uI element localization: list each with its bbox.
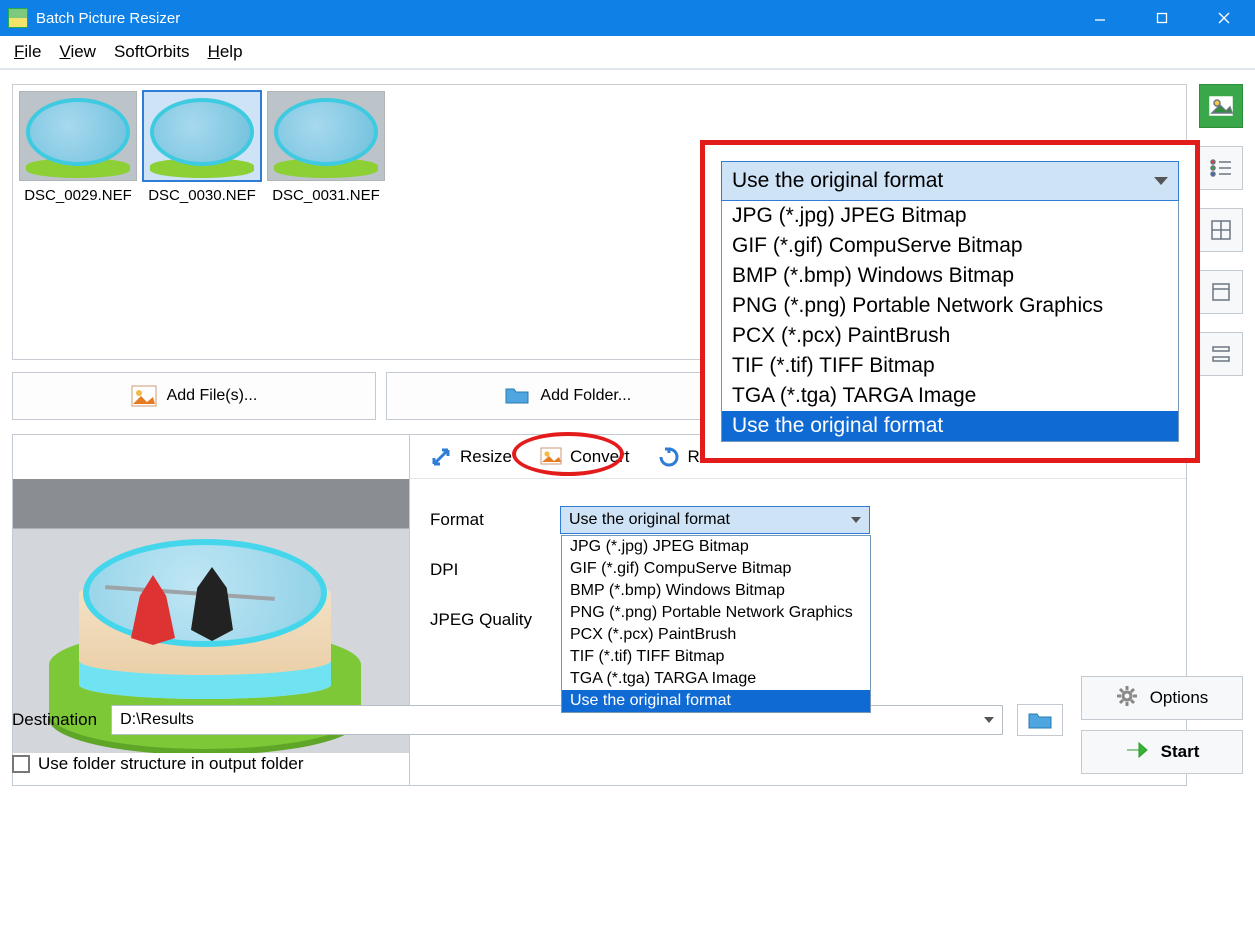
thumbnail-label: DSC_0029.NEF (19, 187, 137, 204)
menu-view[interactable]: View (59, 42, 96, 62)
app-title: Batch Picture Resizer (36, 10, 180, 27)
format-option[interactable]: Use the original format (562, 690, 870, 712)
format-option[interactable]: TIF (*.tif) TIFF Bitmap (562, 646, 870, 668)
jpeg-quality-label: JPEG Quality (430, 610, 540, 630)
menu-softorbits[interactable]: SoftOrbits (114, 42, 190, 62)
arrow-right-icon (1125, 741, 1149, 764)
convert-icon (540, 446, 562, 468)
format-option[interactable]: TGA (*.tga) TARGA Image (722, 381, 1178, 411)
format-option[interactable]: BMP (*.bmp) Windows Bitmap (562, 580, 870, 602)
menubar: File View SoftOrbits Help (0, 36, 1255, 70)
format-selected-enlarged: Use the original format (732, 169, 943, 193)
picture-view-button[interactable] (1199, 84, 1243, 128)
menu-file[interactable]: File (14, 42, 41, 62)
format-dropdown-enlarged[interactable]: JPG (*.jpg) JPEG Bitmap GIF (*.gif) Comp… (721, 201, 1179, 442)
format-option[interactable]: GIF (*.gif) CompuServe Bitmap (562, 558, 870, 580)
close-button[interactable] (1193, 0, 1255, 36)
resize-icon (430, 446, 452, 468)
format-label: Format (430, 510, 540, 530)
options-button[interactable]: Options (1081, 676, 1243, 720)
format-option[interactable]: GIF (*.gif) CompuServe Bitmap (722, 231, 1178, 261)
format-option[interactable]: PCX (*.pcx) PaintBrush (722, 321, 1178, 351)
browse-destination-button[interactable] (1017, 704, 1063, 736)
format-combobox[interactable]: Use the original format JPG (*.jpg) JPEG… (560, 506, 870, 534)
chevron-down-icon (1154, 177, 1168, 185)
minimize-button[interactable] (1069, 0, 1131, 36)
titlebar: Batch Picture Resizer (0, 0, 1255, 36)
add-folder-label: Add Folder... (540, 387, 631, 405)
chevron-down-icon (851, 517, 861, 523)
folder-structure-label: Use folder structure in output folder (38, 754, 304, 774)
chevron-down-icon (984, 717, 994, 723)
format-option[interactable]: JPG (*.jpg) JPEG Bitmap (722, 201, 1178, 231)
folder-icon (504, 385, 530, 407)
format-option[interactable]: PCX (*.pcx) PaintBrush (562, 624, 870, 646)
format-selected: Use the original format (569, 511, 730, 529)
dpi-label: DPI (430, 560, 540, 580)
format-option[interactable]: TIF (*.tif) TIFF Bitmap (722, 351, 1178, 381)
window-controls (1069, 0, 1255, 36)
add-files-button[interactable]: Add File(s)... (12, 372, 376, 420)
compact-view-button[interactable] (1199, 332, 1243, 376)
format-option[interactable]: PNG (*.png) Portable Network Graphics (562, 602, 870, 624)
format-option[interactable]: PNG (*.png) Portable Network Graphics (722, 291, 1178, 321)
tab-resize-label: Resize (460, 447, 512, 467)
grid-view-button[interactable] (1199, 208, 1243, 252)
list-view-color-button[interactable] (1199, 146, 1243, 190)
thumbnail-item[interactable]: DSC_0031.NEF (267, 91, 385, 204)
rotate-icon (658, 446, 680, 468)
destination-value: D:\Results (120, 711, 194, 729)
menu-help[interactable]: Help (208, 42, 243, 62)
picture-add-icon (131, 385, 157, 407)
add-folder-button[interactable]: Add Folder... (386, 372, 750, 420)
maximize-button[interactable] (1131, 0, 1193, 36)
format-option[interactable]: TGA (*.tga) TARGA Image (562, 668, 870, 690)
destination-label: Destination (12, 710, 97, 730)
add-files-label: Add File(s)... (167, 387, 258, 405)
expand-view-button[interactable] (1199, 270, 1243, 314)
gear-icon (1116, 685, 1138, 712)
start-label: Start (1161, 742, 1200, 762)
format-callout-overlay: Use the original format JPG (*.jpg) JPEG… (700, 140, 1200, 463)
format-option[interactable]: JPG (*.jpg) JPEG Bitmap (562, 536, 870, 558)
start-button[interactable]: Start (1081, 730, 1243, 774)
format-option[interactable]: Use the original format (722, 411, 1178, 441)
thumbnail-item[interactable]: DSC_0029.NEF (19, 91, 137, 204)
tab-resize[interactable]: Resize (416, 438, 526, 476)
folder-structure-checkbox[interactable] (12, 755, 30, 773)
thumbnail-label: DSC_0031.NEF (267, 187, 385, 204)
thumbnail-label: DSC_0030.NEF (143, 187, 261, 204)
tab-convert-label: Convert (570, 447, 630, 467)
thumbnail-item[interactable]: DSC_0030.NEF (143, 91, 261, 204)
format-option[interactable]: BMP (*.bmp) Windows Bitmap (722, 261, 1178, 291)
side-toolbar (1199, 84, 1243, 376)
options-label: Options (1150, 688, 1209, 708)
format-combobox-enlarged[interactable]: Use the original format (721, 161, 1179, 201)
app-icon (8, 8, 28, 28)
format-dropdown-list[interactable]: JPG (*.jpg) JPEG Bitmap GIF (*.gif) Comp… (561, 535, 871, 713)
tab-convert[interactable]: Convert (526, 438, 644, 476)
